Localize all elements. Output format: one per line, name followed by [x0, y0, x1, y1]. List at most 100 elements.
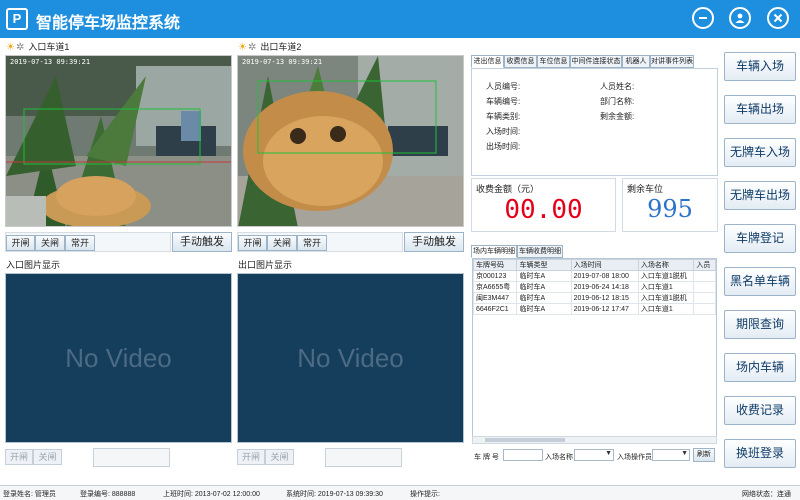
gate-control-bar-exit: 开闸 关闸 常开 — [237, 232, 403, 252]
vehicle-id-label: 车辆编号: — [486, 97, 521, 106]
vehicle-grid: 车牌号码 车辆类型 入场时间 入场名称 入员 京000123 临时车A 2019… — [472, 258, 717, 444]
always-open-button[interactable]: 常开 — [65, 235, 95, 251]
vehicle-type-label: 车辆类别: — [486, 112, 521, 121]
fee-panel: 收费金额（元） 00.00 — [471, 178, 616, 232]
exit-image-panel: No Video — [237, 273, 464, 443]
operator-select[interactable]: ▼ — [652, 449, 690, 461]
entry-name-select[interactable]: ▼ — [574, 449, 614, 461]
open-gate-button[interactable]: 开闸 — [5, 449, 33, 465]
gear-icon[interactable]: ✲ — [248, 42, 256, 53]
column-header[interactable]: 车辆类型 — [516, 259, 572, 271]
camera-scene-entry — [6, 56, 231, 226]
open-gate-button[interactable]: 开闸 — [237, 449, 265, 465]
table-cell: 京A6655粤 — [473, 281, 518, 293]
vehicle-table: 车牌号码 车辆类型 入场时间 入场名称 入员 京000123 临时车A 2019… — [473, 259, 716, 315]
table-cell: 6646F2C1 — [473, 303, 518, 315]
tab-fee-info[interactable]: 收费信息 — [504, 55, 537, 68]
plate-registration-button[interactable]: 车牌登记 — [724, 224, 796, 253]
remaining-spaces-panel: 剩余车位 995 — [622, 178, 718, 232]
table-cell: 入口车道1脱机 — [637, 270, 695, 282]
table-cell: 临时车A — [516, 270, 572, 282]
table-cell: 临时车A — [516, 281, 572, 293]
close-gate-button[interactable]: 关闸 — [265, 449, 294, 465]
table-cell: 闽E3M447 — [473, 292, 518, 304]
plate-filter-label: 车 牌 号 — [474, 454, 499, 461]
close-gate-button[interactable]: 关闸 — [267, 235, 297, 251]
fee-records-button[interactable]: 收费记录 — [724, 396, 796, 425]
shift-login-button[interactable]: 换班登录 — [724, 439, 796, 468]
camera-timestamp-entry: 2019-07-13 09:39:21 — [10, 58, 91, 66]
close-gate-button[interactable]: 关闸 — [33, 449, 62, 465]
camera-timestamp-exit: 2019-07-13 09:39:21 — [242, 58, 323, 66]
tab-intercom-events[interactable]: 对讲事件列表 — [650, 55, 694, 68]
open-gate-button[interactable]: 开闸 — [6, 235, 35, 251]
table-cell: 2019-07-08 18:00 — [570, 270, 639, 282]
table-cell: 临时车A — [516, 303, 572, 315]
entry-image-panel: No Video — [5, 273, 232, 443]
status-user-name: 登录姓名: 管理员 — [3, 491, 56, 498]
always-open-button[interactable]: 常开 — [297, 235, 327, 251]
camera-title-entry: 入口车道1 — [28, 42, 70, 52]
table-cell: 2019-06-12 18:15 — [570, 292, 639, 304]
unplated-entry-button[interactable]: 无牌车入场 — [724, 138, 796, 167]
light-bulb-icon[interactable]: ☀ — [6, 42, 15, 53]
table-cell: 京000123 — [473, 270, 518, 282]
column-header[interactable]: 入场时间 — [570, 259, 639, 271]
vehicles-in-lot-button[interactable]: 场内车辆 — [724, 353, 796, 382]
department-label: 部门名称: — [600, 97, 635, 106]
column-header[interactable]: 入场名称 — [637, 259, 695, 271]
exit-plate-box — [325, 448, 402, 467]
entry-plate-box — [93, 448, 170, 467]
status-system-time: 系统时间: 2019-07-13 09:39:30 — [286, 491, 383, 498]
tab-vehicle-fees[interactable]: 车辆收费明细 — [517, 245, 563, 258]
term-query-button[interactable]: 期限查询 — [724, 310, 796, 339]
tab-entry-exit-info[interactable]: 进出信息 — [471, 55, 504, 68]
exit-image-label: 出口图片显示 — [238, 260, 293, 270]
fee-label: 收费金额（元） — [476, 184, 540, 194]
light-bulb-icon[interactable]: ☀ — [238, 42, 247, 53]
column-header[interactable]: 车牌号码 — [473, 259, 518, 271]
table-cell: 入口车道1 — [637, 281, 695, 293]
close-gate-button[interactable]: 关闸 — [35, 235, 65, 251]
table-cell — [693, 292, 716, 304]
column-header[interactable]: 入员 — [693, 259, 716, 271]
status-user-id: 登录编号: 888888 — [80, 491, 136, 498]
table-row[interactable]: 6646F2C1 临时车A 2019-06-12 17:47 入口车道1 — [473, 303, 716, 315]
table-row[interactable]: 闽E3M447 临时车A 2019-06-12 18:15 入口车道1脱机 — [473, 292, 716, 304]
plate-filter-input[interactable] — [503, 449, 543, 461]
user-icon[interactable] — [729, 7, 751, 29]
title-bar: P 智能停车场监控系统 — [0, 0, 800, 38]
operator-filter-label: 入场操作员 — [617, 454, 652, 461]
vehicle-entry-button[interactable]: 车辆入场 — [724, 52, 796, 81]
camera-header-exit: ☀✲ 出口车道2 — [238, 40, 301, 54]
table-row[interactable]: 京A6655粤 临时车A 2019-06-24 14:18 入口车道1 — [473, 281, 716, 293]
tab-middleware-status[interactable]: 中间件连接状态 — [570, 55, 622, 68]
manual-trigger-button[interactable]: 手动触发 — [172, 232, 232, 252]
tab-space-info[interactable]: 车位信息 — [537, 55, 570, 68]
open-gate-button[interactable]: 开闸 — [238, 235, 267, 251]
gear-icon[interactable]: ✲ — [16, 42, 24, 53]
table-row[interactable]: 京000123 临时车A 2019-07-08 18:00 入口车道1脱机 — [473, 270, 716, 282]
scrollbar-thumb[interactable] — [485, 438, 565, 442]
unplated-exit-button[interactable]: 无牌车出场 — [724, 181, 796, 210]
camera-scene-exit — [238, 56, 463, 226]
camera-feed-entry[interactable]: 2019-07-13 09:39:21 — [5, 55, 232, 227]
close-icon[interactable] — [767, 7, 789, 29]
entry-image-label: 入口图片显示 — [6, 260, 61, 270]
table-header-row: 车牌号码 车辆类型 入场时间 入场名称 入员 — [473, 259, 716, 271]
status-bar: 登录姓名: 管理员 登录编号: 888888 上班时间: 2013-07-02 … — [0, 485, 800, 500]
tab-robot[interactable]: 机器人 — [622, 55, 650, 68]
table-cell: 入口车道1 — [637, 303, 695, 315]
vehicle-exit-button[interactable]: 车辆出场 — [724, 95, 796, 124]
camera-feed-exit[interactable]: 2019-07-13 09:39:21 — [237, 55, 464, 227]
status-shift-time: 上班时间: 2013-07-02 12:00:00 — [163, 491, 260, 498]
refresh-button[interactable]: 刷新 — [693, 448, 715, 462]
entry-time-label: 入场时间: — [486, 127, 521, 136]
balance-label: 剩余金额: — [600, 112, 635, 121]
tab-vehicles-in-lot[interactable]: 场内车辆明细 — [471, 245, 517, 258]
minimize-icon[interactable] — [692, 7, 714, 29]
blacklist-vehicles-button[interactable]: 黑名单车辆 — [724, 267, 796, 296]
fee-value: 00.00 — [504, 195, 583, 225]
manual-trigger-button[interactable]: 手动触发 — [404, 232, 464, 252]
grid-horizontal-scrollbar[interactable] — [472, 436, 717, 444]
